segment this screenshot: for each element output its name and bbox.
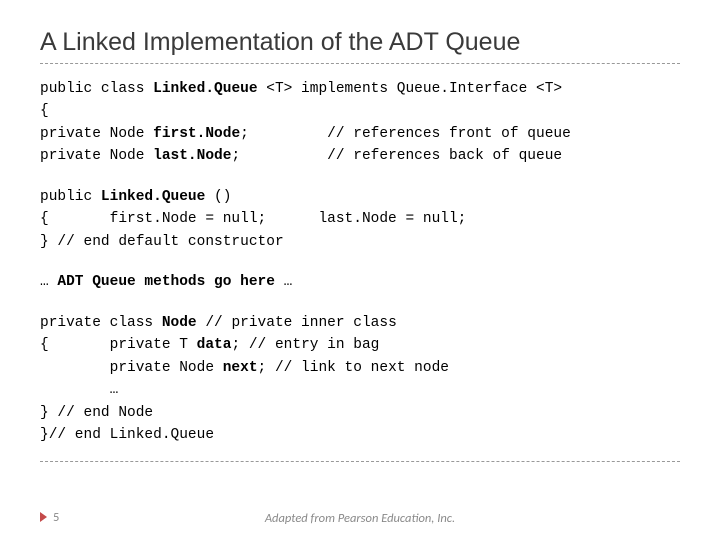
code-text: {	[40, 103, 49, 119]
arrow-right-icon	[40, 512, 47, 522]
code-text: <T> implements Queue.Interface <T>	[258, 81, 563, 97]
code-text: ()	[205, 189, 231, 205]
code-text: public class	[40, 81, 153, 97]
code-block-node: private class Node // private inner clas…	[40, 312, 680, 447]
code-text: …	[275, 274, 292, 290]
code-bold: Linked.Queue	[153, 81, 257, 97]
code-text: private Node	[40, 360, 223, 376]
code-text: } // end default constructor	[40, 234, 284, 250]
slide-title: A Linked Implementation of the ADT Queue	[40, 28, 680, 57]
code-bold: last.Node	[153, 148, 231, 164]
code-text: private Node	[40, 126, 153, 142]
code-bold: data	[197, 337, 232, 353]
code-text: private Node	[40, 148, 153, 164]
code-bold: next	[223, 360, 258, 376]
code-text: …	[40, 382, 118, 398]
code-text: ; // entry in bag	[231, 337, 379, 353]
code-block-ellipsis: … ADT Queue methods go here …	[40, 271, 680, 293]
code-text: ; // references back of queue	[231, 148, 562, 164]
footer: 5 Adapted from Pearson Education, Inc.	[40, 510, 680, 527]
page-number: 5	[53, 510, 59, 525]
code-text: } // end Node	[40, 405, 153, 421]
code-bold: Node	[162, 315, 197, 331]
code-text: { private T	[40, 337, 197, 353]
code-text: { first.Node = null; last.Node = null;	[40, 211, 466, 227]
slide: A Linked Implementation of the ADT Queue…	[0, 0, 720, 540]
code-text: // private inner class	[197, 315, 397, 331]
code-bold: ADT Queue methods go here	[57, 274, 275, 290]
footer-divider	[40, 461, 680, 462]
title-divider	[40, 63, 680, 64]
code-bold: first.Node	[153, 126, 240, 142]
page-number-wrap: 5	[40, 510, 59, 525]
footer-credit: Adapted from Pearson Education, Inc.	[265, 511, 455, 526]
code-bold: Linked.Queue	[101, 189, 205, 205]
code-text: private class	[40, 315, 162, 331]
code-text: ; // references front of queue	[240, 126, 571, 142]
code-block-decl: public class Linked.Queue <T> implements…	[40, 78, 680, 168]
code-text: public	[40, 189, 101, 205]
code-text: ; // link to next node	[258, 360, 449, 376]
code-text: }// end Linked.Queue	[40, 427, 214, 443]
code-text: …	[40, 274, 57, 290]
code-block-ctor: public Linked.Queue () { first.Node = nu…	[40, 186, 680, 253]
